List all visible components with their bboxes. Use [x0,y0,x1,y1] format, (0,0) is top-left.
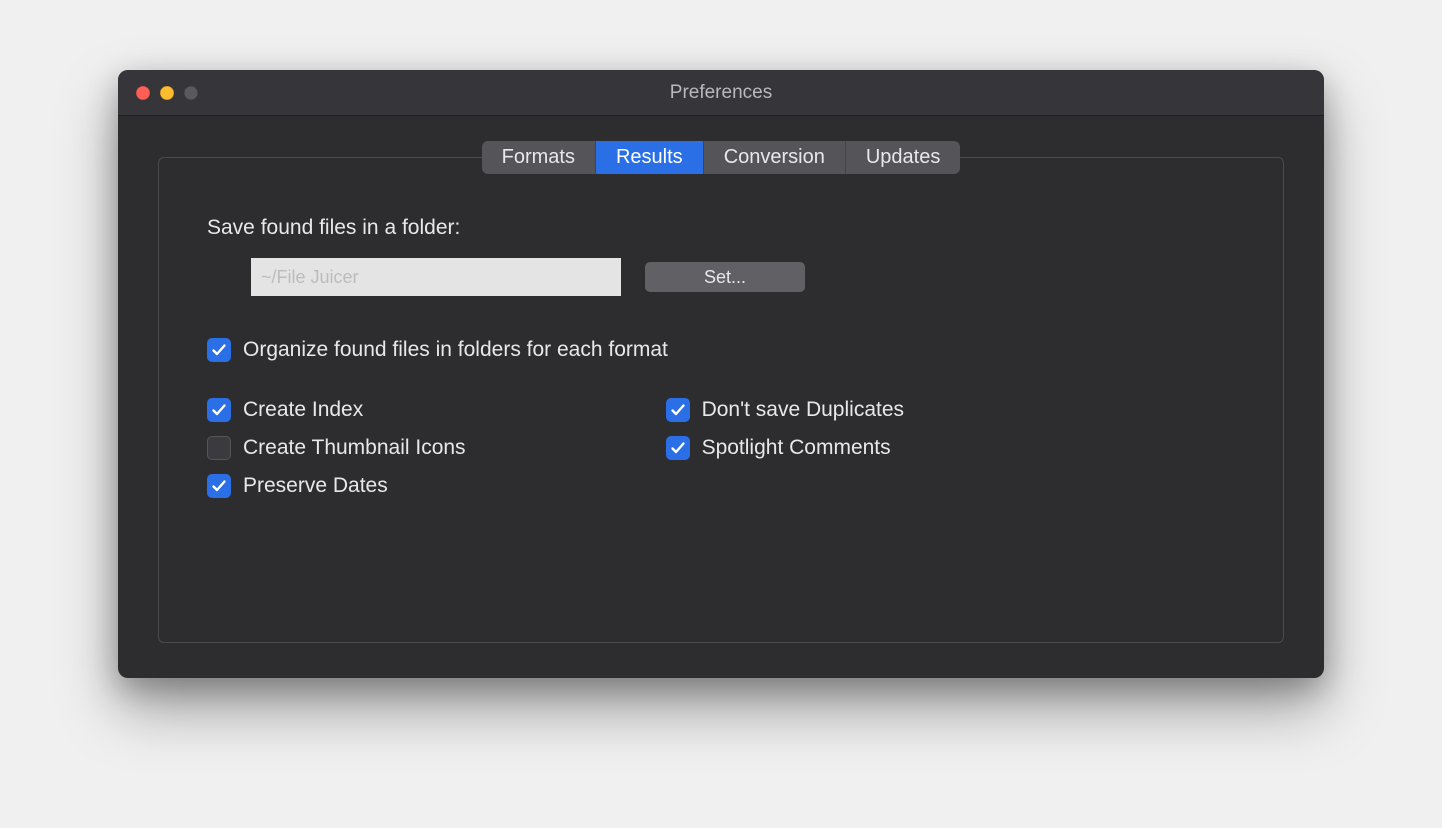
tab-results[interactable]: Results [596,141,704,174]
preserve-dates-checkbox[interactable] [207,474,231,498]
traffic-lights [118,86,198,100]
preserve-dates-label: Preserve Dates [243,474,388,498]
check-icon [211,342,227,358]
check-icon [670,402,686,418]
check-icon [670,440,686,456]
content-area: Formats Results Conversion Updates Save … [118,116,1324,678]
segmented-control: Formats Results Conversion Updates [482,141,961,174]
minimize-icon[interactable] [160,86,174,100]
folder-input[interactable] [251,258,621,296]
create-thumbnail-label: Create Thumbnail Icons [243,436,466,460]
zoom-icon [184,86,198,100]
create-index-label: Create Index [243,398,363,422]
spotlight-label: Spotlight Comments [702,436,891,460]
folder-label: Save found files in a folder: [207,216,1235,240]
folder-controls: Set... [251,258,1235,296]
close-icon[interactable] [136,86,150,100]
tab-bar: Formats Results Conversion Updates [158,141,1284,174]
organize-row: Organize found files in folders for each… [207,338,1235,362]
tab-formats[interactable]: Formats [482,141,596,174]
window-title: Preferences [118,82,1324,104]
check-icon [211,478,227,494]
preferences-window: Preferences Formats Results Conversion U… [118,70,1324,678]
create-thumbnail-checkbox[interactable] [207,436,231,460]
check-icon [211,402,227,418]
checkbox-columns: Create Index Create Thumbnail Icons Pres… [207,398,1235,512]
checkbox-left-column: Create Index Create Thumbnail Icons Pres… [207,398,466,512]
checkbox-right-column: Don't save Duplicates Spotlight Comments [666,398,904,512]
organize-checkbox[interactable] [207,338,231,362]
no-duplicates-label: Don't save Duplicates [702,398,904,422]
set-button[interactable]: Set... [645,262,805,292]
spotlight-checkbox[interactable] [666,436,690,460]
results-panel: Save found files in a folder: Set... Org… [158,157,1284,643]
organize-label: Organize found files in folders for each… [243,338,668,362]
tab-updates[interactable]: Updates [846,141,961,174]
titlebar: Preferences [118,70,1324,116]
no-duplicates-checkbox[interactable] [666,398,690,422]
tab-conversion[interactable]: Conversion [704,141,846,174]
create-index-checkbox[interactable] [207,398,231,422]
